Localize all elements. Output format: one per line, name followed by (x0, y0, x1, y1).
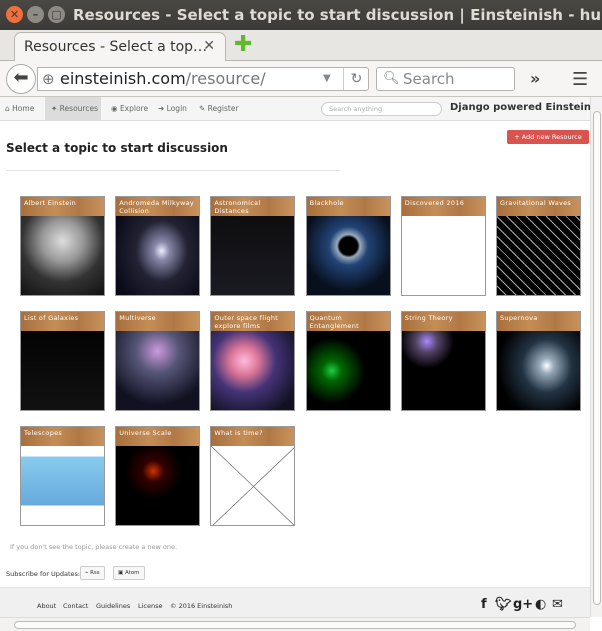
topic-label: Blackhole (306, 197, 390, 216)
topic-card[interactable]: Albert Einstein (20, 196, 105, 296)
topic-card[interactable]: Supernova (496, 311, 581, 411)
site-brand[interactable]: Django powered Einsteinish (450, 102, 602, 113)
topic-label: What is time? (211, 427, 295, 446)
google-plus-icon[interactable]: g+ (513, 597, 533, 612)
divider (6, 170, 340, 171)
site-navbar: ⌂ Home ✦ Resources ◉ Explore ➜ Login ✎ R… (0, 97, 602, 121)
window-close-button[interactable]: ✕ (6, 6, 23, 23)
topic-label: Andromeda Milkyway Collision (116, 197, 200, 216)
topic-label: List of Galaxies (21, 312, 104, 331)
overflow-chevron-icon[interactable]: » (530, 69, 540, 88)
browser-toolbar: ⬅ ⊕ einsteinish.com/resource/ ▼ ↻ 🔍︎ Sea… (0, 61, 602, 97)
back-button[interactable]: ⬅ (6, 64, 36, 94)
footer-license-link[interactable]: License (138, 602, 163, 610)
nav-explore[interactable]: ◉ Explore (111, 97, 148, 120)
vertical-scroll-thumb[interactable] (593, 111, 601, 605)
new-tab-icon[interactable]: ✚ (234, 34, 252, 56)
window-title: Resources - Select a topic to start disc… (73, 6, 602, 24)
nav-resources[interactable]: ✦ Resources (45, 97, 101, 120)
browser-tab[interactable]: Resources - Select a top… ✕ (14, 32, 226, 62)
topic-label: Outer space flight explore films (211, 312, 295, 331)
horizontal-scroll-thumb[interactable] (14, 621, 576, 629)
mail-icon[interactable]: ✉ (552, 597, 563, 612)
topic-card[interactable]: Telescopes (20, 426, 105, 526)
window-maximize-button[interactable]: ▢ (48, 6, 65, 23)
topic-label: Multiverse (116, 312, 200, 331)
register-icon: ✎ (199, 104, 208, 113)
topic-card[interactable]: Discovered 2016 (400, 196, 486, 296)
nav-home[interactable]: ⌂ Home (5, 97, 34, 120)
window-minimize-button[interactable]: – (27, 6, 44, 23)
nav-register[interactable]: ✎ Register (199, 97, 239, 120)
topic-label: Discovered 2016 (401, 197, 485, 216)
atom-button[interactable]: ▣ Atom (113, 566, 145, 580)
topic-card[interactable]: Astronomical Distances (210, 196, 296, 296)
topic-card[interactable]: Quantum Entanglement (305, 311, 391, 411)
topic-card[interactable]: Gravitational Waves (496, 196, 581, 296)
github-icon[interactable]: ◐ (535, 597, 546, 612)
topic-card[interactable]: Andromeda Milkyway Collision (115, 196, 201, 296)
topic-label: Telescopes (21, 427, 104, 446)
reload-icon[interactable]: ↻ (343, 68, 369, 90)
topic-label: Albert Einstein (21, 197, 104, 216)
browser-search-input[interactable]: 🔍︎ Search (376, 67, 515, 91)
footer: About Contact Guidelines License © 2016 … (0, 587, 590, 617)
nav-login[interactable]: ➜ Login (158, 97, 187, 120)
footer-about-link[interactable]: About (37, 602, 56, 610)
pin-icon: ✦ (51, 104, 60, 113)
topic-label: Astronomical Distances (211, 197, 295, 216)
topic-card[interactable]: Outer space flight explore films (210, 311, 296, 411)
atom-icon: ▣ (118, 570, 125, 576)
topic-card[interactable]: String Theory (400, 311, 486, 411)
twitter-icon[interactable]: 🐦︎ (495, 597, 512, 612)
footer-copyright: © 2016 Einsteinish (170, 602, 233, 610)
hamburger-menu-icon[interactable]: ☰ (572, 69, 588, 90)
vertical-scrollbar[interactable] (590, 97, 602, 617)
topic-label: Supernova (497, 312, 580, 331)
plus-icon: + (514, 133, 522, 141)
footer-contact-link[interactable]: Contact (63, 602, 88, 610)
globe-icon: ⊕ (42, 70, 55, 88)
page-title: Select a topic to start discussion (6, 141, 228, 155)
tab-strip: Resources - Select a top… ✕ ✚ (0, 30, 602, 62)
topic-label: String Theory (401, 312, 485, 331)
topic-label: Universe Scale (116, 427, 200, 446)
site-search-input[interactable]: Search anything (321, 102, 442, 116)
url-dropdown-icon[interactable]: ▼ (323, 68, 331, 90)
search-icon: 🔍︎ (383, 71, 400, 86)
topic-label: Gravitational Waves (497, 197, 580, 216)
window-titlebar: ✕ – ▢ Resources - Select a topic to star… (0, 0, 602, 30)
tab-close-icon[interactable]: ✕ (203, 38, 215, 54)
topic-card[interactable]: Multiverse (115, 311, 201, 411)
add-resource-button[interactable]: + Add new Resource (507, 130, 589, 144)
url-text: einsteinish.com/resource/ (60, 69, 266, 88)
rss-button[interactable]: ⌁ Rss (80, 566, 105, 580)
topic-label: Quantum Entanglement (306, 312, 390, 331)
topic-card[interactable]: What is time? (210, 426, 296, 526)
create-topic-hint: If you don't see the topic, please creat… (10, 543, 178, 551)
topic-card[interactable]: List of Galaxies (20, 311, 105, 411)
subscribe-label: Subscribe for Updates: (6, 570, 81, 578)
compass-icon: ◉ (111, 104, 120, 113)
topic-card[interactable]: Blackhole (305, 196, 391, 296)
topic-card[interactable]: Universe Scale (115, 426, 201, 526)
login-icon: ➜ (158, 104, 167, 113)
horizontal-scrollbar[interactable] (0, 617, 590, 631)
url-bar[interactable]: ⊕ einsteinish.com/resource/ ▼ ↻ (37, 67, 369, 91)
tab-title: Resources - Select a top… (24, 39, 208, 55)
facebook-icon[interactable]: f (481, 597, 487, 612)
footer-guidelines-link[interactable]: Guidelines (96, 602, 130, 610)
